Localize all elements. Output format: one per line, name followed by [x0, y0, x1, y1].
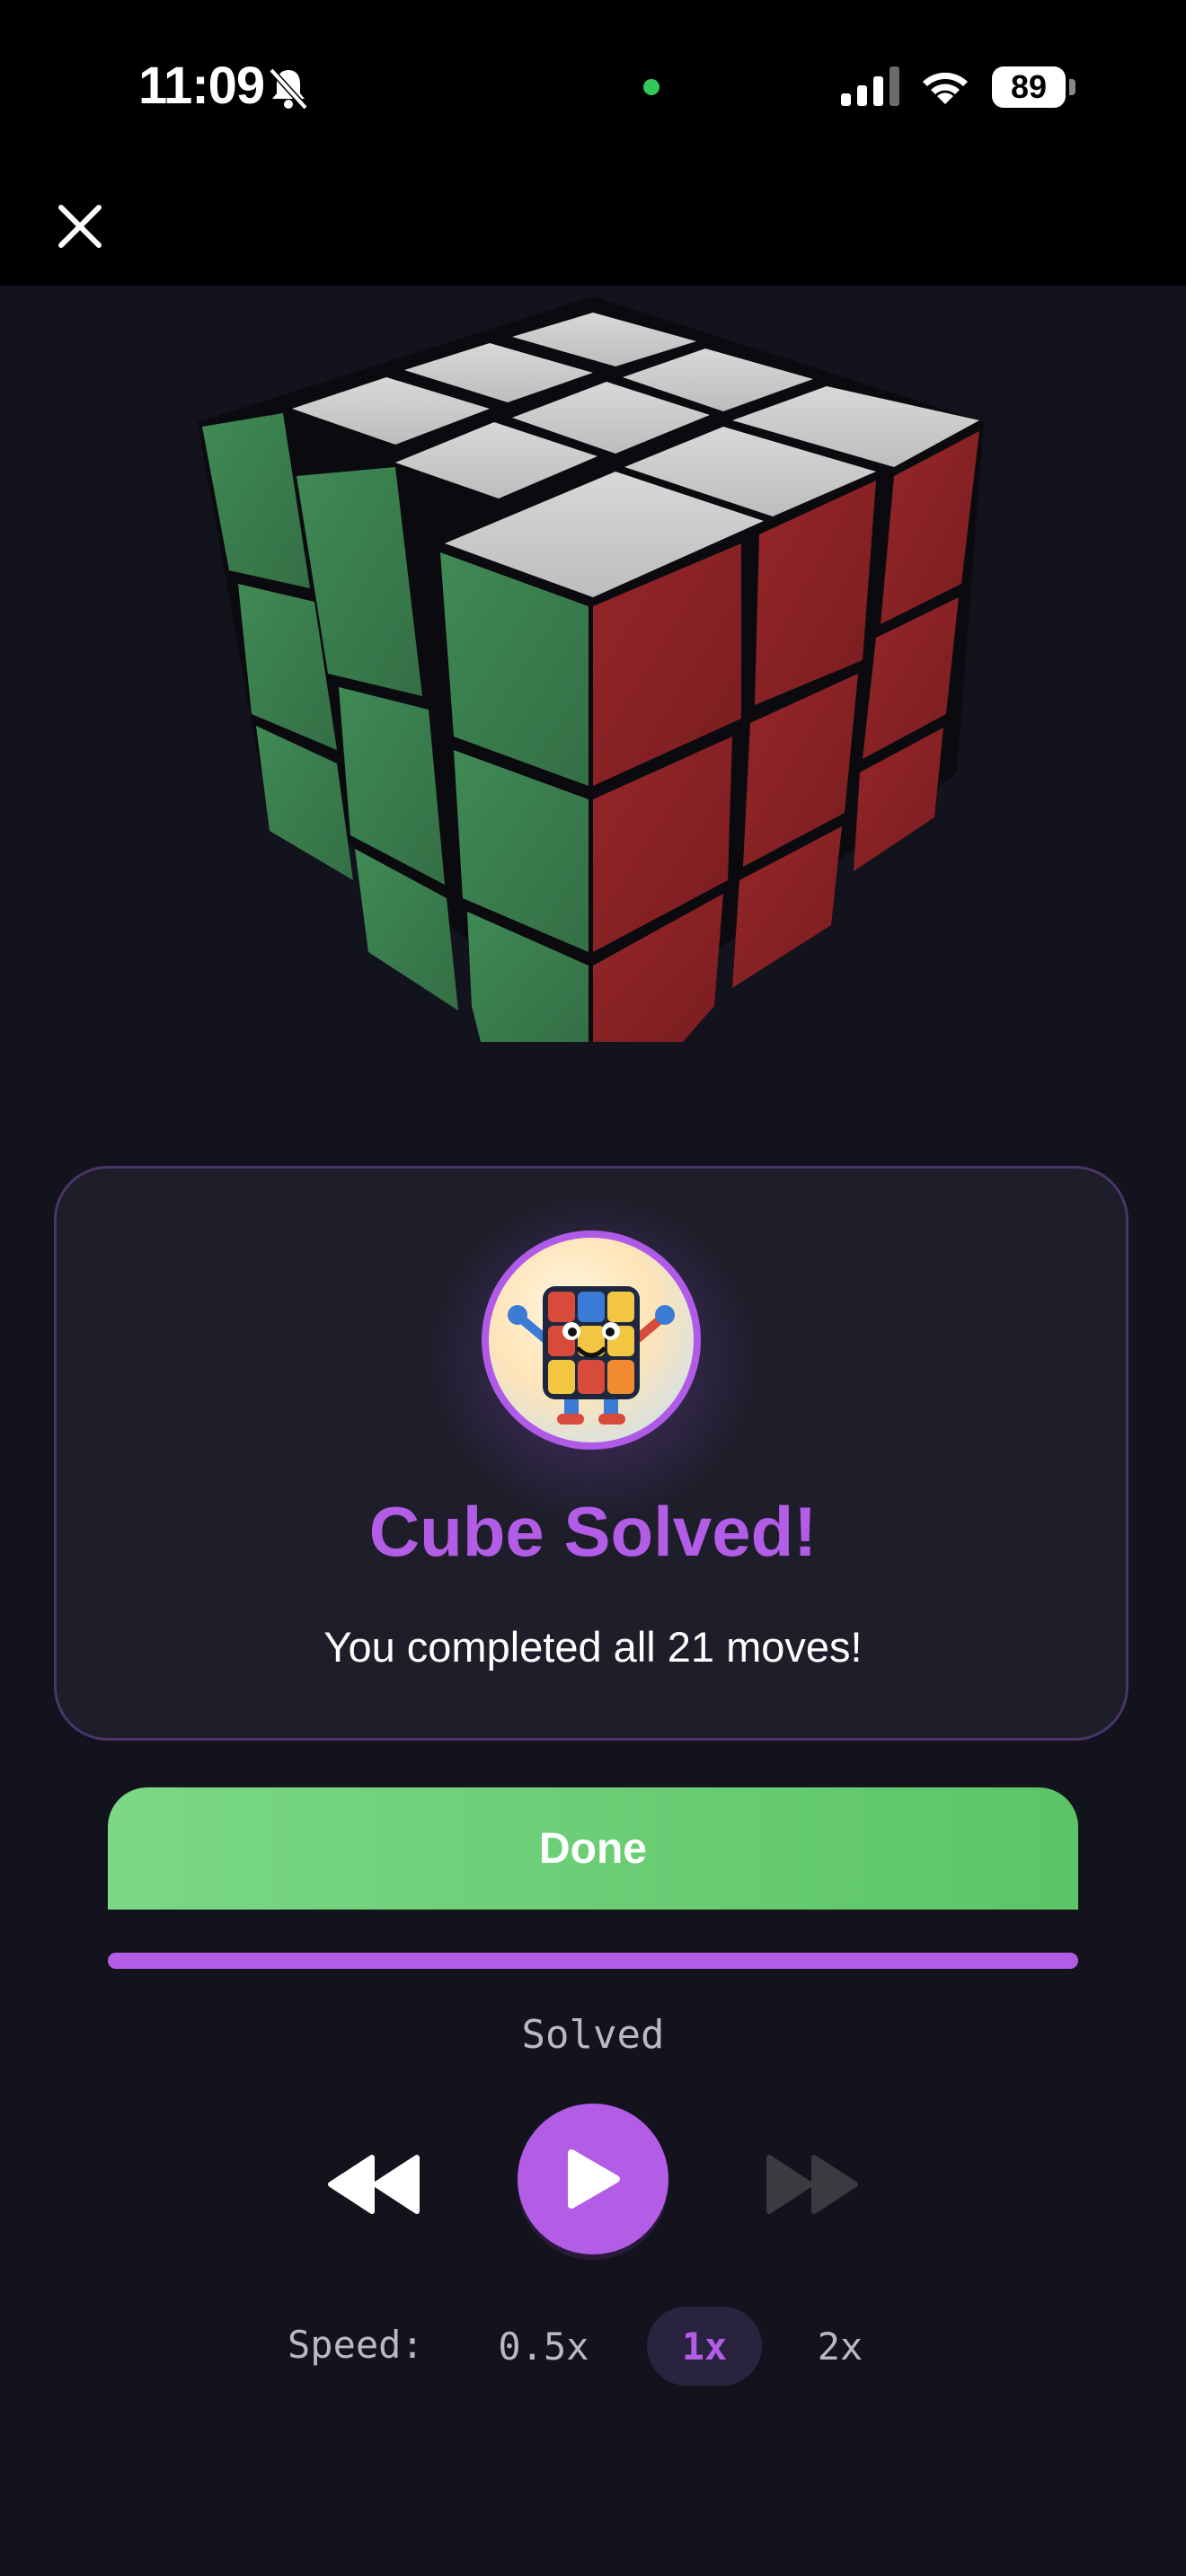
wifi-icon — [923, 72, 968, 104]
play-icon — [568, 2149, 620, 2209]
speed-option-0-5x[interactable]: 0.5x — [476, 2307, 611, 2386]
fast-forward-icon[interactable] — [762, 2152, 861, 2217]
battery-nub — [1069, 79, 1075, 95]
rubiks-cube[interactable] — [193, 296, 993, 1042]
done-button[interactable]: Done — [108, 1787, 1078, 1910]
status-time: 11:09 — [138, 57, 265, 115]
speed-option-1x[interactable]: 1x — [647, 2307, 762, 2386]
playback-status: Solved — [521, 2012, 665, 2058]
speed-option-2x[interactable]: 2x — [791, 2307, 890, 2386]
move-progress-fill — [108, 1953, 1078, 1969]
privacy-indicator-dot — [643, 79, 659, 95]
result-message: You completed all 21 moves! — [323, 1623, 863, 1671]
status-bar: 11:09 89 — [0, 0, 1186, 286]
signal-icon — [841, 66, 899, 106]
play-button[interactable] — [518, 2104, 668, 2254]
speed-label: Speed: — [288, 2323, 424, 2367]
cube-mascot-icon — [482, 1231, 701, 1450]
close-icon[interactable] — [56, 202, 104, 251]
result-title: Cube Solved! — [368, 1492, 818, 1571]
bell-slash-icon — [269, 67, 308, 110]
battery-icon: 89 — [992, 66, 1066, 108]
rewind-icon[interactable] — [325, 2152, 424, 2217]
move-progress-bar — [108, 1953, 1078, 1969]
